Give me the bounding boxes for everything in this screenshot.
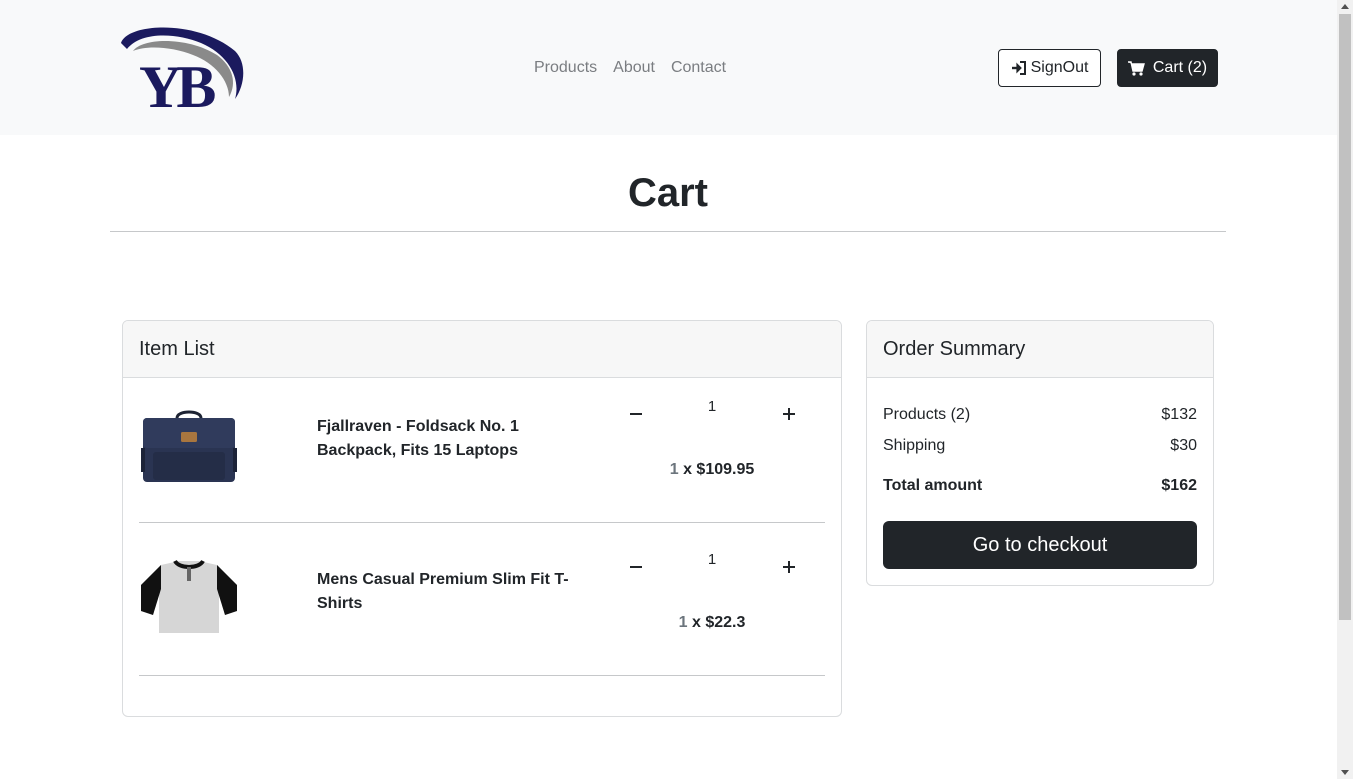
page-title: Cart <box>627 171 709 215</box>
scrollbar-thumb[interactable] <box>1339 14 1351 620</box>
nav-link-products[interactable]: Products <box>526 58 605 78</box>
increase-quantity-button[interactable] <box>776 554 802 580</box>
svg-text:YB: YB <box>139 54 215 113</box>
order-summary-header: Order Summary <box>867 321 1213 378</box>
summary-products-label: Products (2) <box>883 406 971 423</box>
scroll-up-arrow-icon[interactable] <box>1341 4 1349 9</box>
quantity-value: 1 <box>707 551 717 568</box>
cart-item-row: Mens Casual Premium Slim Fit T-Shirts 1 … <box>139 523 825 676</box>
line-unit-price: x $109.95 <box>678 461 755 478</box>
nav-link-contact[interactable]: Contact <box>663 58 734 78</box>
product-image-backpack <box>139 408 239 491</box>
nav-links: Products About Contact <box>526 58 734 78</box>
order-summary-card: Order Summary Products (2) $132 Shipping… <box>866 320 1214 586</box>
line-total: 1 x $22.3 <box>637 613 787 633</box>
summary-products-value: $132 <box>1161 406 1197 423</box>
line-quantity: 1 <box>678 614 688 631</box>
sign-in-icon <box>1011 60 1027 76</box>
summary-products-row: Products (2) $132 <box>883 405 1197 425</box>
brand-logo[interactable]: YB <box>117 21 247 120</box>
summary-total-label: Total amount <box>883 477 983 494</box>
shopping-cart-icon <box>1127 60 1145 76</box>
signout-label: SignOut <box>1030 59 1089 76</box>
cart-label: Cart (2) <box>1152 59 1208 76</box>
nav-link-about[interactable]: About <box>605 58 663 78</box>
cart-item-row: Fjallraven - Foldsack No. 1 Backpack, Fi… <box>139 378 825 523</box>
item-list-header: Item List <box>123 321 841 378</box>
signout-button[interactable]: SignOut <box>998 49 1101 87</box>
increase-quantity-button[interactable] <box>776 401 802 427</box>
cart-button[interactable]: Cart (2) <box>1117 49 1218 87</box>
scroll-down-arrow-icon[interactable] <box>1341 770 1349 775</box>
summary-total-value: $162 <box>1161 477 1197 494</box>
item-list-card: Item List Fjallraven - Foldsack No. 1 Ba… <box>122 320 842 717</box>
summary-shipping-label: Shipping <box>883 437 946 454</box>
item-name: Fjallraven - Foldsack No. 1 Backpack, Fi… <box>317 418 519 459</box>
decrease-quantity-button[interactable] <box>623 401 649 427</box>
title-divider <box>110 231 1226 232</box>
item-name: Mens Casual Premium Slim Fit T-Shirts <box>317 571 569 612</box>
nav-buttons: SignOut Cart (2) <box>998 49 1218 87</box>
plus-icon <box>782 407 796 421</box>
checkout-button[interactable]: Go to checkout <box>883 521 1197 569</box>
minus-icon <box>629 407 643 421</box>
navbar: YB Products About Contact SignOut Cart (… <box>0 0 1337 135</box>
decrease-quantity-button[interactable] <box>623 554 649 580</box>
summary-total-row: Total amount $162 <box>883 476 1197 496</box>
plus-icon <box>782 560 796 574</box>
minus-icon <box>629 560 643 574</box>
line-quantity: 1 <box>669 461 679 478</box>
product-image-tshirt <box>139 559 239 644</box>
summary-shipping-row: Shipping $30 <box>883 436 1197 456</box>
line-unit-price: x $22.3 <box>687 614 746 631</box>
quantity-value: 1 <box>707 398 717 415</box>
page-scrollbar[interactable] <box>1337 0 1353 779</box>
summary-shipping-value: $30 <box>1170 437 1197 454</box>
line-total: 1 x $109.95 <box>637 460 787 480</box>
